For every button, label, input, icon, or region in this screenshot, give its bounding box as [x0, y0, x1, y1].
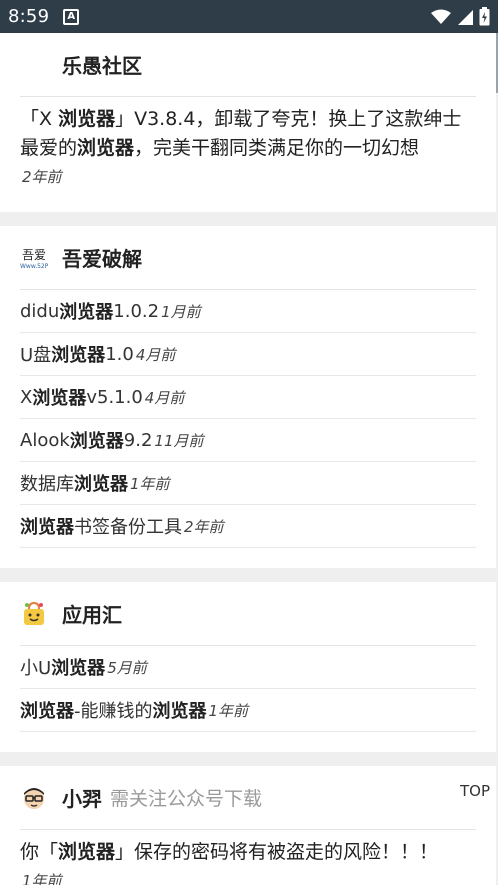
source-subtitle: 需关注公众号下载 — [110, 788, 263, 810]
source-title: 吾爱破解 — [62, 247, 142, 271]
result-time: 11月前 — [154, 431, 204, 450]
status-time: 8:59 — [8, 6, 50, 27]
svg-text:吾爱: 吾爱 — [22, 248, 46, 262]
result-time: 1年前 — [208, 701, 249, 720]
result-card-appchina: 应用汇 小U 浏览器 5月前 浏览器 -能赚钱的 浏览器 1年前 — [0, 582, 496, 752]
result-card-leyu: 乐愚社区 「X 浏览器」V3.8.4，卸载了夸克！换上了这款绅士最爱的浏览器，完… — [0, 33, 496, 212]
svg-text:Www.52Pc: Www.52Pc — [20, 263, 48, 270]
result-card-52pojie: 吾爱Www.52Pc 吾爱破解 didu浏览器1.0.21月前 U盘浏览器1.0… — [0, 226, 496, 568]
result-time: 5月前 — [107, 658, 147, 677]
signal-icon — [458, 9, 473, 25]
result-time: 1年前 — [130, 474, 170, 493]
search-results[interactable]: 乐愚社区 「X 浏览器」V3.8.4，卸载了夸克！换上了这款绅士最爱的浏览器，完… — [0, 33, 496, 885]
card-header[interactable]: 吾爱Www.52Pc 吾爱破解 — [20, 226, 476, 290]
card-header[interactable]: 乐愚社区 — [20, 33, 476, 97]
result-row[interactable]: 数据库 浏览器 1年前 — [20, 462, 476, 505]
result-time: 4月前 — [135, 345, 176, 364]
result-row[interactable]: didu 浏览器 1.0.2 1月前 — [20, 290, 476, 333]
result-item[interactable]: 「X 浏览器」V3.8.4，卸载了夸克！换上了这款绅士最爱的浏览器，完美干翻同类… — [20, 97, 476, 212]
card-header[interactable]: 应用汇 — [20, 582, 476, 646]
result-time: 1月前 — [161, 302, 201, 321]
status-bar: 8:59 A — [0, 0, 498, 33]
back-to-top-button[interactable]: TOP — [460, 782, 490, 800]
result-time: 4月前 — [144, 388, 185, 407]
52pojie-logo-icon: 吾爱Www.52Pc — [20, 244, 48, 272]
battery-icon — [479, 7, 490, 26]
source-title: 应用汇 — [62, 603, 122, 627]
result-time: 2年前 — [184, 517, 224, 536]
avatar-glasses-icon — [20, 784, 48, 812]
card-header[interactable]: 小羿 需关注公众号下载 — [20, 766, 476, 830]
source-logo-icon — [20, 51, 48, 79]
source-title: 乐愚社区 — [62, 54, 142, 78]
result-card-xiaoyi: 小羿 需关注公众号下载 你「浏览器」保存的密码将有被盗走的风险！！！ 1年前 — [0, 766, 496, 885]
source-title: 小羿 — [62, 787, 102, 811]
result-row[interactable]: 浏览器 -能赚钱的 浏览器 1年前 — [20, 689, 476, 732]
result-row[interactable]: 小U 浏览器 5月前 — [20, 646, 476, 689]
result-row[interactable]: U盘 浏览器 1.0 4月前 — [20, 333, 476, 376]
shopping-bag-icon — [20, 600, 48, 628]
result-time: 1年前 — [22, 872, 62, 885]
result-row[interactable]: Alook 浏览器 9.2 11月前 — [20, 419, 476, 462]
result-item[interactable]: 你「浏览器」保存的密码将有被盗走的风险！！！ 1年前 — [20, 830, 476, 885]
result-row[interactable]: 浏览器 书签备份工具 2年前 — [20, 505, 476, 548]
result-time: 2年前 — [22, 168, 62, 186]
result-row[interactable]: X 浏览器 v5.1.0 4月前 — [20, 376, 476, 419]
notification-a-icon: A — [63, 8, 80, 25]
wifi-icon — [431, 9, 451, 24]
